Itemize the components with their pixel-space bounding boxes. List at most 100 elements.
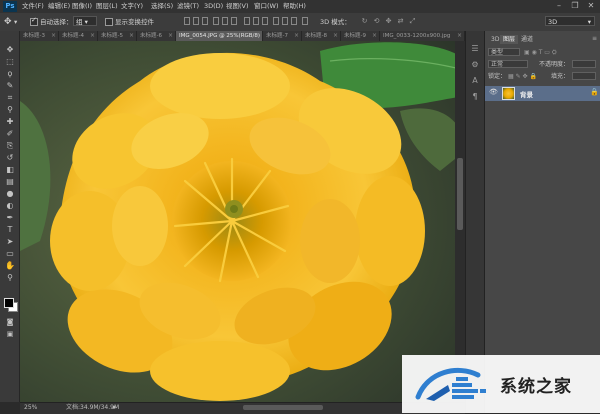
menu-item[interactable]: 编辑(E) <box>48 0 70 13</box>
close-tab-icon[interactable]: × <box>129 31 134 41</box>
history-brush-icon[interactable]: ↺ <box>5 153 15 162</box>
path-select-icon[interactable]: ➤ <box>5 237 15 246</box>
menu-item[interactable]: 图像(I) <box>72 0 92 13</box>
menu-item[interactable]: 图层(L) <box>96 0 118 13</box>
menu-item[interactable]: 选择(S) <box>151 0 173 13</box>
3d-mode-icon[interactable]: ⤢ <box>408 17 417 25</box>
document-tab[interactable]: IMG_0054.JPG @ 25%(RGB/8) × <box>176 31 263 41</box>
close-tab-icon[interactable]: × <box>333 31 338 41</box>
type-icon[interactable]: T <box>5 225 15 234</box>
eyedropper-icon[interactable]: ⚲ <box>5 105 15 114</box>
horizontal-scroll-thumb[interactable] <box>243 405 323 410</box>
close-tab-icon[interactable]: × <box>294 31 299 41</box>
close-tab-icon[interactable]: × <box>372 31 377 41</box>
show-transform-checkbox[interactable] <box>105 18 113 26</box>
pen-icon[interactable]: ✒ <box>5 213 15 222</box>
menu-item[interactable]: 视图(V) <box>226 0 249 13</box>
align-icon[interactable] <box>202 17 208 25</box>
3d-mode-icon[interactable]: ⟲ <box>372 17 381 25</box>
3d-mode-icon[interactable]: ✥ <box>384 17 393 25</box>
close-tab-icon[interactable]: × <box>457 31 462 41</box>
shape-icon[interactable]: ▭ <box>5 249 15 258</box>
close-tab-icon[interactable]: × <box>51 31 56 41</box>
eye-icon[interactable]: 👁 <box>489 88 498 96</box>
filter-icons[interactable]: ▣ ◉ T ▭ ⛭ <box>524 48 557 57</box>
move-tool-preset-icon[interactable]: ✥ <box>4 16 12 28</box>
menu-item[interactable]: 文件(F) <box>22 0 44 13</box>
align-icon[interactable] <box>184 17 190 25</box>
document-tab[interactable]: 未标题-3 × <box>20 31 59 41</box>
zoom-level[interactable]: 25% <box>24 402 37 413</box>
opacity-field[interactable] <box>572 60 596 68</box>
menu-item[interactable]: 帮助(H) <box>283 0 306 13</box>
minimize-button[interactable]: – <box>553 1 565 11</box>
move-icon[interactable]: ✥ <box>5 45 15 54</box>
blend-mode-dropdown[interactable]: 正常 <box>488 60 528 68</box>
workspace-dropdown[interactable]: 3D ▾ <box>545 16 595 26</box>
document-canvas[interactable] <box>20 41 465 402</box>
document-tab[interactable]: 未标题-8 × <box>302 31 341 41</box>
properties-icon[interactable]: ⚙ <box>470 60 480 69</box>
close-tab-icon[interactable]: × <box>255 31 260 41</box>
menu-item[interactable]: 3D(D) <box>204 0 223 13</box>
align-icon[interactable] <box>302 17 308 25</box>
clone-stamp-icon[interactable]: ⎘ <box>5 141 15 150</box>
gradient-icon[interactable]: ▤ <box>5 177 15 186</box>
marquee-icon[interactable]: ⬚ <box>5 57 15 66</box>
lock-label: 锁定： <box>488 73 507 80</box>
screen-mode-icon[interactable]: ▣ <box>5 330 15 339</box>
align-icon[interactable] <box>253 17 259 25</box>
tab-label: 未标题-3 <box>23 33 45 39</box>
chevron-down-icon[interactable]: ▾ <box>14 16 17 28</box>
panel-tab[interactable]: 通道 <box>518 35 536 44</box>
align-icon[interactable] <box>244 17 250 25</box>
brush-icon[interactable]: ✐ <box>5 129 15 138</box>
document-tab[interactable]: 未标题-6 × <box>137 31 176 41</box>
history-icon[interactable]: ☰ <box>470 44 480 53</box>
menu-item[interactable]: 窗口(W) <box>254 0 279 13</box>
menu-item[interactable]: 文字(Y) <box>121 0 143 13</box>
3d-mode-icon[interactable]: ⇄ <box>396 17 405 25</box>
crop-icon[interactable]: ⌗ <box>5 93 15 102</box>
dodge-icon[interactable]: ◐ <box>5 201 15 210</box>
document-tab[interactable]: IMG_0033-1200x900.jpg × <box>380 31 465 41</box>
lock-icons[interactable]: ▦ ✎ ✥ 🔒 <box>508 72 537 81</box>
auto-select-checkbox[interactable] <box>30 16 38 26</box>
document-tab[interactable]: 未标题-9 × <box>341 31 380 41</box>
quick-mask-icon[interactable]: ◙ <box>5 318 15 327</box>
vertical-scroll-thumb[interactable] <box>457 158 463 230</box>
3d-mode-icon[interactable]: ↻ <box>360 17 369 25</box>
lasso-icon[interactable]: ϙ <box>5 69 15 78</box>
document-tab[interactable]: 未标题-4 × <box>59 31 98 41</box>
align-icon[interactable] <box>273 17 279 25</box>
blur-icon[interactable]: ● <box>5 189 15 198</box>
healing-icon[interactable]: ✚ <box>5 117 15 126</box>
menu-item[interactable]: 滤镜(T) <box>177 0 199 13</box>
foreground-color-swatch[interactable] <box>4 298 14 308</box>
align-icon[interactable] <box>291 17 297 25</box>
panel-tab[interactable]: 图层 <box>500 35 519 44</box>
align-icon[interactable] <box>262 17 268 25</box>
restore-button[interactable]: ❐ <box>569 1 581 11</box>
close-tab-icon[interactable]: × <box>168 31 173 41</box>
close-button[interactable]: ✕ <box>585 1 597 11</box>
align-icon[interactable] <box>282 17 288 25</box>
character-icon[interactable]: A <box>470 76 480 85</box>
quick-select-icon[interactable]: ✎ <box>5 81 15 90</box>
align-icon[interactable] <box>213 17 219 25</box>
hand-icon[interactable]: ✋ <box>5 261 15 270</box>
panel-menu-icon[interactable]: ≡ <box>592 35 597 42</box>
document-tab[interactable]: 未标题-5 × <box>98 31 137 41</box>
paragraph-icon[interactable]: ¶ <box>470 92 480 101</box>
align-icon[interactable] <box>222 17 228 25</box>
align-icon[interactable] <box>193 17 199 25</box>
auto-select-dropdown[interactable]: 组 ▾ <box>73 16 97 26</box>
zoom-icon[interactable]: ⚲ <box>5 273 15 282</box>
layer-kind-filter[interactable]: 类型 <box>488 48 520 56</box>
align-icon[interactable] <box>231 17 237 25</box>
document-tab[interactable]: 未标题-7 × <box>263 31 302 41</box>
eraser-icon[interactable]: ◧ <box>5 165 15 174</box>
status-menu-arrow-icon[interactable]: ▸ <box>113 402 117 413</box>
close-tab-icon[interactable]: × <box>90 31 95 41</box>
fill-field[interactable] <box>572 72 596 80</box>
